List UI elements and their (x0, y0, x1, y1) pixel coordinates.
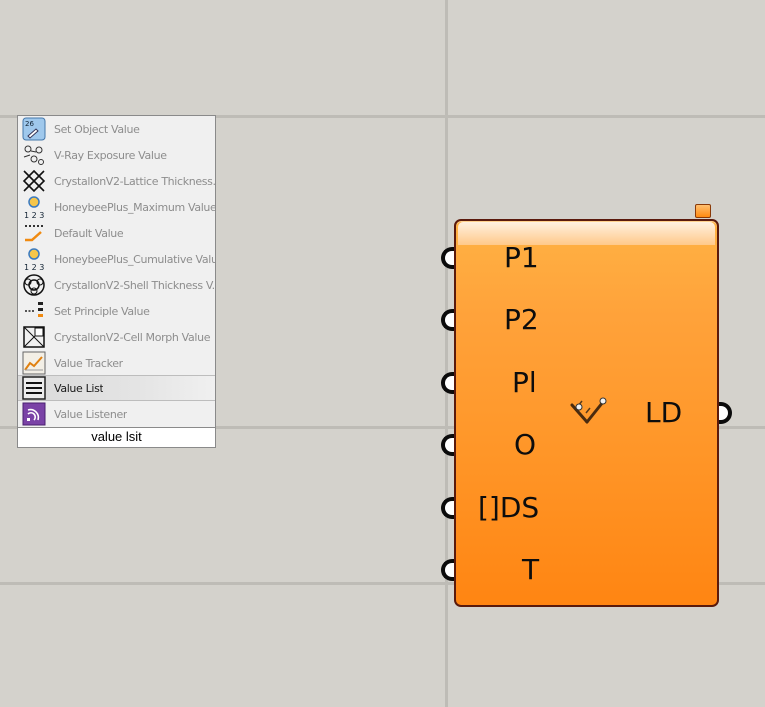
input-label-ds: []DS (478, 491, 540, 524)
cell-morph-icon (22, 325, 46, 349)
input-grip-o[interactable] (441, 434, 454, 456)
svg-text:26: 26 (25, 120, 34, 128)
search-result-label: HoneybeePlus_Cumulative Value (54, 252, 215, 266)
linear-dimension-icon (569, 394, 611, 434)
search-input[interactable]: value lsit (18, 427, 215, 447)
search-result-label: Default Value (54, 226, 124, 240)
preview-flag-icon[interactable] (695, 204, 711, 218)
shell-thickness-icon (22, 273, 46, 297)
search-result-item[interactable]: Set Principle Value (18, 298, 215, 324)
search-result-label: Value Listener (54, 407, 128, 421)
input-grip-ds[interactable] (441, 497, 454, 519)
input-label-o: O (514, 428, 537, 461)
input-label-p1: P1 (504, 241, 539, 274)
search-result-item[interactable]: Default Value (18, 220, 215, 246)
search-result-item[interactable]: V-Ray Exposure Value (18, 142, 215, 168)
input-label-t: T (522, 553, 540, 586)
search-result-item[interactable]: CrystallonV2-Cell Morph Value (18, 324, 215, 350)
search-result-label: Value Tracker (54, 356, 123, 370)
search-result-item[interactable]: Value Tracker (18, 350, 215, 376)
vray-exposure-icon (22, 143, 46, 167)
set-principle-value-icon (22, 299, 46, 323)
input-grip-p1[interactable] (441, 247, 454, 269)
search-result-item[interactable]: CrystallonV2-Shell Thickness V... (18, 272, 215, 298)
component-header-sheen (458, 222, 715, 245)
component-search-popup: 26 Set Object Value V-Ray Exposure Value… (17, 115, 216, 448)
search-result-label: HoneybeePlus_Maximum Value (54, 200, 215, 214)
value-listener-icon (22, 402, 46, 426)
input-grip-t[interactable] (441, 559, 454, 581)
default-value-icon (22, 221, 46, 245)
search-result-label: V-Ray Exposure Value (54, 148, 167, 162)
output-label-ld: LD (645, 396, 683, 429)
search-result-label: CrystallonV2-Cell Morph Value (54, 330, 211, 344)
search-result-item[interactable]: 1 2 3 HoneybeePlus_Cumulative Value (18, 246, 215, 272)
svg-text:1 2 3: 1 2 3 (24, 263, 44, 271)
honeybee-maximum-icon: 1 2 3 (22, 195, 46, 219)
linear-dimension-component[interactable]: P1 P2 Pl O []DS T LD (454, 219, 719, 607)
search-result-label: CrystallonV2-Lattice Thickness... (54, 174, 215, 188)
set-object-value-icon: 26 (22, 117, 46, 141)
search-result-label: Set Object Value (54, 122, 140, 136)
search-result-label: Set Principle Value (54, 304, 150, 318)
value-tracker-icon (22, 351, 46, 375)
input-label-pl: Pl (512, 366, 537, 399)
search-result-item[interactable]: 1 2 3 HoneybeePlus_Maximum Value (18, 194, 215, 220)
input-label-p2: P2 (504, 303, 539, 336)
output-grip-ld[interactable] (719, 402, 732, 424)
value-list-icon (22, 376, 46, 400)
search-result-item[interactable]: Value Listener (18, 401, 215, 427)
honeybee-cumulative-icon: 1 2 3 (22, 247, 46, 271)
search-result-label: Value List (54, 381, 104, 395)
lattice-thickness-icon (22, 169, 46, 193)
input-grip-p2[interactable] (441, 309, 454, 331)
search-result-item-selected[interactable]: Value List (18, 375, 215, 401)
search-result-item[interactable]: 26 Set Object Value (18, 116, 215, 142)
canvas-grid-line (445, 0, 448, 707)
input-grip-pl[interactable] (441, 372, 454, 394)
search-result-item[interactable]: CrystallonV2-Lattice Thickness... (18, 168, 215, 194)
search-result-label: CrystallonV2-Shell Thickness V... (54, 278, 215, 292)
svg-text:1 2 3: 1 2 3 (24, 211, 44, 219)
